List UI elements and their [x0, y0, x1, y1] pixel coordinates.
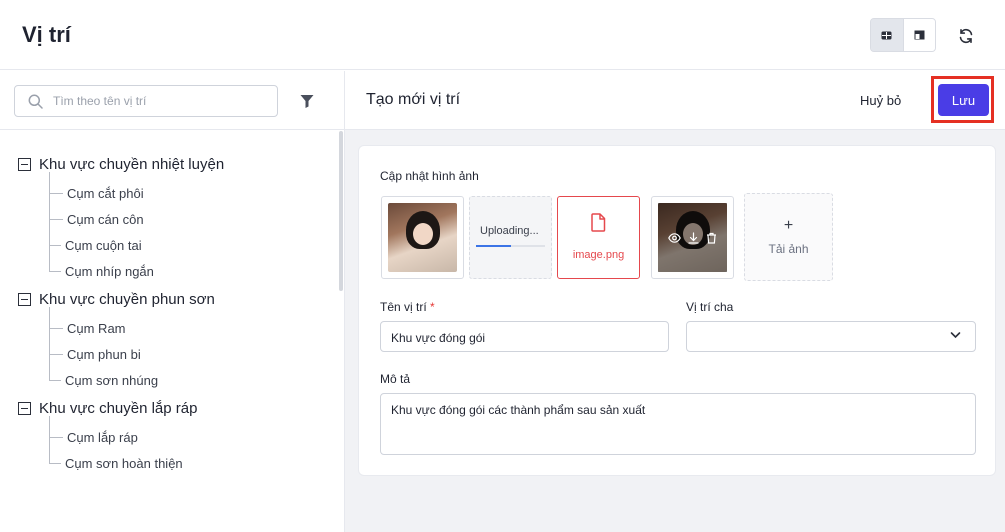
description-label: Mô tả [380, 372, 411, 386]
upload-progress-bar [476, 245, 545, 247]
cancel-button[interactable]: Huỷ bỏ [860, 93, 901, 108]
add-image-button[interactable]: + Tải ảnh [744, 193, 833, 281]
filter-icon [300, 95, 314, 108]
error-file-name: image.png [572, 249, 625, 261]
tree-item-label: Cụm phun bi [67, 347, 141, 362]
plus-icon: + [783, 217, 794, 234]
tree-item[interactable]: Cụm phun bi [49, 346, 141, 362]
image-thumbnail[interactable] [381, 196, 464, 279]
name-label-text: Tên vị trí [380, 300, 427, 314]
tree-item-label: Cụm nhíp ngắn [65, 264, 154, 279]
form-header: Tạo mới vị trí Huỷ bỏ Lưu [345, 71, 1005, 130]
tree-connector [49, 211, 63, 220]
tree-item[interactable]: Cụm sơn hoàn thiện [49, 455, 183, 471]
tree-item-label: Cụm cán côn [67, 212, 144, 227]
sidebar-scrollbar[interactable] [339, 131, 343, 291]
image-thumbnail-hover[interactable] [651, 196, 734, 279]
refresh-button[interactable] [952, 22, 980, 50]
refresh-icon [959, 28, 973, 44]
save-button[interactable]: Lưu [938, 84, 989, 116]
table-icon [881, 31, 892, 39]
tree-connector-line [49, 307, 50, 379]
chevron-down-icon [950, 332, 961, 339]
tree-group-label: Khu vực chuyền lắp ráp [39, 400, 198, 417]
file-icon [591, 213, 606, 232]
tree-item-label: Cụm cuộn tai [65, 238, 142, 253]
tree-connector [49, 185, 63, 194]
description-field[interactable]: Khu vực đóng gói các thành phẩm sau sản … [380, 393, 976, 455]
tree-item-label: Cụm lắp ráp [67, 430, 138, 445]
tree-item[interactable]: Cụm lắp ráp [49, 429, 138, 445]
search-icon [28, 94, 43, 109]
tree-item[interactable]: Cụm nhíp ngắn [49, 263, 154, 279]
trash-icon[interactable] [706, 232, 717, 244]
layout-icon [914, 30, 925, 40]
parent-label: Vị trí cha [686, 300, 734, 314]
form-title: Tạo mới vị trí [366, 91, 461, 108]
uploading-text: Uploading... [480, 225, 539, 237]
tree-item[interactable]: Cụm cắt phôi [49, 185, 144, 201]
tree-item-label: Cụm sơn hoàn thiện [65, 456, 183, 471]
search-placeholder: Tìm theo tên vị trí [53, 94, 147, 108]
tree-item-label: Cụm cắt phôi [67, 186, 144, 201]
uploading-thumbnail: Uploading... [469, 196, 552, 279]
page-title: Vị trí [22, 22, 71, 47]
tree-connector [49, 346, 63, 355]
tree-item-label: Cụm Ram [67, 321, 126, 336]
split-view-button[interactable] [902, 19, 935, 51]
upload-progress-fill [476, 245, 511, 247]
top-bar: Vị trí [0, 0, 1005, 70]
tree-group-nhiet-luyen[interactable]: Khu vực chuyền nhiệt luyện [18, 156, 224, 173]
tree-connector [49, 263, 61, 272]
filter-button[interactable] [299, 93, 317, 111]
tree-group-label: Khu vực chuyền phun sơn [39, 291, 215, 308]
thumbnail-actions [658, 203, 727, 272]
tree-group-label: Khu vực chuyền nhiệt luyện [39, 156, 225, 173]
search-input[interactable]: Tìm theo tên vị trí [14, 85, 278, 117]
collapse-icon[interactable] [18, 402, 31, 415]
tree-group-lap-rap[interactable]: Khu vực chuyền lắp ráp [18, 400, 197, 417]
main-panel: Tạo mới vị trí Huỷ bỏ Lưu Cập nhật hình … [345, 71, 1005, 532]
tree-item[interactable]: Cụm cuộn tai [49, 237, 142, 253]
tree-item[interactable]: Cụm sơn nhúng [49, 372, 159, 388]
image-section-label: Cập nhật hình ảnh [380, 169, 479, 183]
add-image-label: Tải ảnh [768, 242, 809, 256]
parent-select[interactable] [686, 321, 976, 352]
tree-connector [49, 237, 61, 246]
uploaded-photo [388, 203, 457, 272]
tree-connector [49, 320, 63, 329]
download-icon[interactable] [688, 231, 699, 244]
eye-icon[interactable] [668, 232, 681, 243]
table-view-button[interactable] [871, 19, 903, 51]
tree-connector [49, 455, 61, 464]
search-row: Tìm theo tên vị trí [0, 71, 344, 130]
name-label: Tên vị trí * [380, 300, 435, 314]
collapse-icon[interactable] [18, 158, 31, 171]
name-field[interactable]: Khu vực đóng gói [380, 321, 669, 352]
tree-item[interactable]: Cụm cán côn [49, 211, 144, 227]
view-toggle [870, 18, 936, 52]
sidebar: Tìm theo tên vị trí Khu vực chuyền nhiệt… [0, 71, 345, 532]
tree-item[interactable]: Cụm Ram [49, 320, 126, 336]
required-mark: * [430, 300, 435, 314]
tree-item-label: Cụm sơn nhúng [65, 373, 159, 388]
form-card: Cập nhật hình ảnh Uploading... image.png… [358, 145, 996, 476]
tree-connector [49, 429, 63, 438]
tree-group-phun-son[interactable]: Khu vực chuyền phun sơn [18, 291, 215, 308]
collapse-icon[interactable] [18, 293, 31, 306]
error-file-thumbnail[interactable]: image.png [557, 196, 640, 279]
tree-connector [49, 372, 61, 381]
